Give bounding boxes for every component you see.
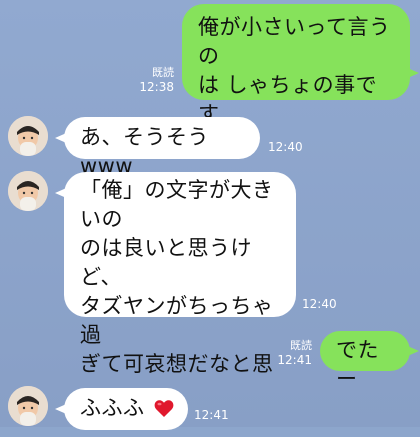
heart-emoji-icon — [154, 399, 174, 422]
avatar-photo-icon — [8, 386, 48, 426]
outgoing-message-bubble[interactable]: でたー — [320, 331, 419, 391]
timestamp: 12:38 — [139, 80, 174, 94]
chat-view: 俺が小さいって言うの は しゃちょの事です か？ .bubble-out.m1:… — [0, 0, 420, 434]
contact-avatar[interactable] — [8, 116, 48, 156]
timestamp: 12:40 — [268, 140, 303, 154]
timestamp: 12:41 — [277, 353, 312, 367]
incoming-message-bubble[interactable]: ふふふ — [55, 388, 188, 430]
message-meta: 既読 12:41 — [268, 339, 312, 367]
contact-avatar[interactable] — [8, 171, 48, 211]
message-meta: 12:40 — [268, 140, 308, 154]
read-receipt: 既読 — [290, 339, 312, 352]
avatar-photo-icon — [8, 171, 48, 211]
outgoing-message-bubble[interactable]: 俺が小さいって言うの は しゃちょの事です か？ — [182, 4, 419, 155]
message-meta: 12:41 — [194, 408, 234, 422]
timestamp: 12:40 — [302, 297, 337, 311]
message-text: ふふふ — [80, 396, 145, 420]
message-meta: 既読 12:38 — [128, 66, 174, 94]
incoming-message-bubble[interactable]: あ、そうそうwww — [55, 117, 260, 178]
message-meta: 12:40 — [302, 297, 342, 311]
incoming-message-bubble[interactable]: 「俺」の文字が大きいの のは良いと思うけど、 タズヤンがちっちゃ過 ぎて可哀想だ… — [55, 172, 296, 434]
contact-avatar[interactable] — [8, 386, 48, 426]
read-receipt: 既読 — [152, 66, 174, 79]
avatar-photo-icon — [8, 116, 48, 156]
message-text: でたー — [336, 338, 379, 391]
timestamp: 12:41 — [194, 408, 229, 422]
